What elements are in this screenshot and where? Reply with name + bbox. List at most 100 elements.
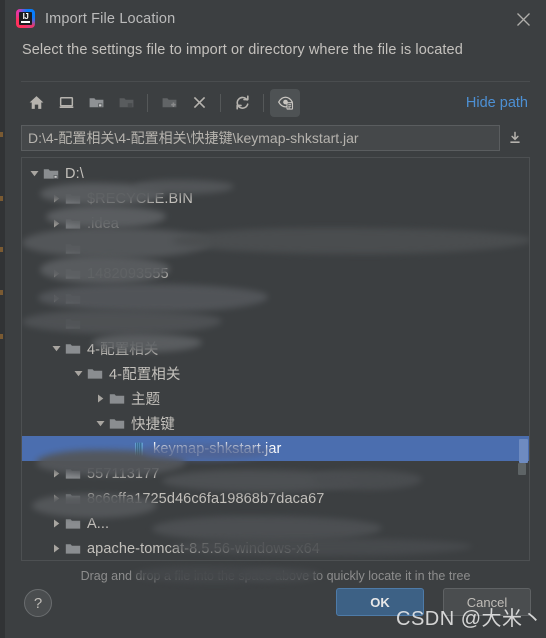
folder-icon — [65, 541, 81, 557]
module-folder-icon — [111, 89, 141, 117]
dialog-title: Import File Location — [45, 10, 176, 27]
tree-row-label: .idea — [87, 215, 119, 232]
home-icon[interactable] — [21, 89, 51, 117]
folder-icon — [65, 191, 81, 207]
tree-row[interactable] — [22, 311, 529, 336]
ok-button[interactable]: OK — [336, 588, 424, 616]
folder-icon — [65, 466, 81, 482]
help-button[interactable]: ? — [24, 589, 52, 617]
tree-row[interactable]: 4-配置相关 — [22, 361, 529, 386]
vertical-scrollbar-thumb[interactable] — [519, 439, 528, 463]
folder-icon — [65, 241, 81, 257]
chevron-right-icon[interactable] — [48, 461, 65, 486]
screenshot-root: IJ Import File Location Select the setti… — [0, 0, 546, 638]
tree-row[interactable]: apache-tomcat-8.5.56-windows-x64 — [22, 536, 529, 560]
chevron-down-icon[interactable] — [48, 336, 65, 361]
toolbar-separator — [263, 93, 264, 112]
chevron-right-icon[interactable] — [48, 211, 65, 236]
drive-folder-icon — [43, 166, 59, 182]
tree-row[interactable]: D:\ — [22, 161, 529, 186]
path-row: D:\4-配置相关\4-配置相关\快捷键\keymap-shkstart.jar — [21, 125, 530, 151]
hide-path-link[interactable]: Hide path — [466, 95, 530, 111]
tree-row-label: D:\ — [65, 165, 84, 182]
download-icon[interactable] — [500, 125, 530, 151]
dialog-footer: ? OK Cancel — [5, 576, 546, 638]
folder-icon — [87, 366, 103, 382]
tree-row-label: 主题 — [131, 392, 161, 408]
chevron-right-icon[interactable] — [48, 486, 65, 511]
tree-row-label: 4-配置相关 — [87, 342, 159, 358]
tree-row-label: 8c6cffa1725d46c6fa19868b7daca67 — [87, 490, 325, 507]
folder-icon — [65, 491, 81, 507]
twisty-placeholder — [48, 236, 65, 261]
tree-row[interactable]: 快捷键 — [22, 411, 529, 436]
toolbar-separator — [220, 93, 221, 112]
chevron-right-icon[interactable] — [48, 186, 65, 211]
tree-row[interactable]: 4-配置相关 — [22, 336, 529, 361]
folder-icon — [65, 516, 81, 532]
dialog-titlebar: IJ Import File Location — [5, 0, 546, 37]
twisty-placeholder — [48, 311, 65, 336]
intellij-icon-text: IJ — [22, 12, 29, 21]
refresh-icon[interactable] — [227, 89, 257, 117]
dialog-description: Select the settings file to import or di… — [22, 42, 463, 58]
import-file-location-dialog: IJ Import File Location Select the setti… — [5, 0, 546, 638]
chevron-right-icon[interactable] — [48, 536, 65, 560]
tree-row[interactable]: .idea — [22, 211, 529, 236]
tree-row[interactable]: $RECYCLE.BIN — [22, 186, 529, 211]
tree-row-selected[interactable]: keymap-shkstart.jar — [22, 436, 529, 461]
tree-row[interactable]: 主题 — [22, 386, 529, 411]
tree-row[interactable] — [22, 236, 529, 261]
tree-row[interactable]: 1482093555 — [22, 261, 529, 286]
folder-icon — [65, 266, 81, 282]
chevron-right-icon[interactable] — [48, 511, 65, 536]
desktop-icon[interactable] — [51, 89, 81, 117]
show-hidden-files-icon[interactable] — [270, 88, 300, 117]
file-chooser-toolbar: Hide path — [21, 81, 530, 122]
tree-row-label: 4-配置相关 — [109, 367, 181, 383]
chevron-down-icon[interactable] — [92, 411, 109, 436]
tree-row[interactable] — [22, 286, 529, 311]
chevron-down-icon[interactable] — [70, 361, 87, 386]
file-tree[interactable]: D:\ $RECYCLE.BIN .idea 1482093555 4-配置相关 4-配置… — [22, 158, 529, 560]
path-input[interactable]: D:\4-配置相关\4-配置相关\快捷键\keymap-shkstart.jar — [21, 125, 500, 151]
tree-row[interactable]: A... — [22, 511, 529, 536]
folder-icon — [65, 341, 81, 357]
jar-file-icon — [131, 441, 147, 457]
folder-icon — [65, 291, 81, 307]
tree-row-label: $RECYCLE.BIN — [87, 190, 193, 207]
cancel-button[interactable]: Cancel — [443, 588, 531, 616]
chevron-right-icon[interactable] — [48, 261, 65, 286]
tree-row-label: 557113177 — [87, 465, 160, 482]
file-tree-panel[interactable]: D:\ $RECYCLE.BIN .idea 1482093555 4-配置相关 4-配置… — [21, 157, 530, 561]
vertical-scrollbar-thumb-lower[interactable] — [518, 463, 526, 475]
delete-icon[interactable] — [184, 89, 214, 117]
folder-icon — [65, 316, 81, 332]
folder-icon — [109, 416, 125, 432]
chevron-right-icon[interactable] — [48, 286, 65, 311]
close-icon[interactable] — [512, 8, 534, 30]
chevron-down-icon[interactable] — [26, 161, 43, 186]
tree-row[interactable]: 8c6cffa1725d46c6fa19868b7daca67 — [22, 486, 529, 511]
tree-row-label: apache-tomcat-8.5.56-windows-x64 — [87, 540, 320, 557]
tree-row-label: 快捷键 — [131, 417, 175, 433]
tree-row-label: A... — [87, 515, 110, 532]
chevron-right-icon[interactable] — [92, 386, 109, 411]
project-folder-icon[interactable] — [81, 89, 111, 117]
new-folder-icon — [154, 89, 184, 117]
folder-icon — [65, 216, 81, 232]
tree-row[interactable]: 557113177 — [22, 461, 529, 486]
twisty-placeholder — [114, 436, 131, 461]
